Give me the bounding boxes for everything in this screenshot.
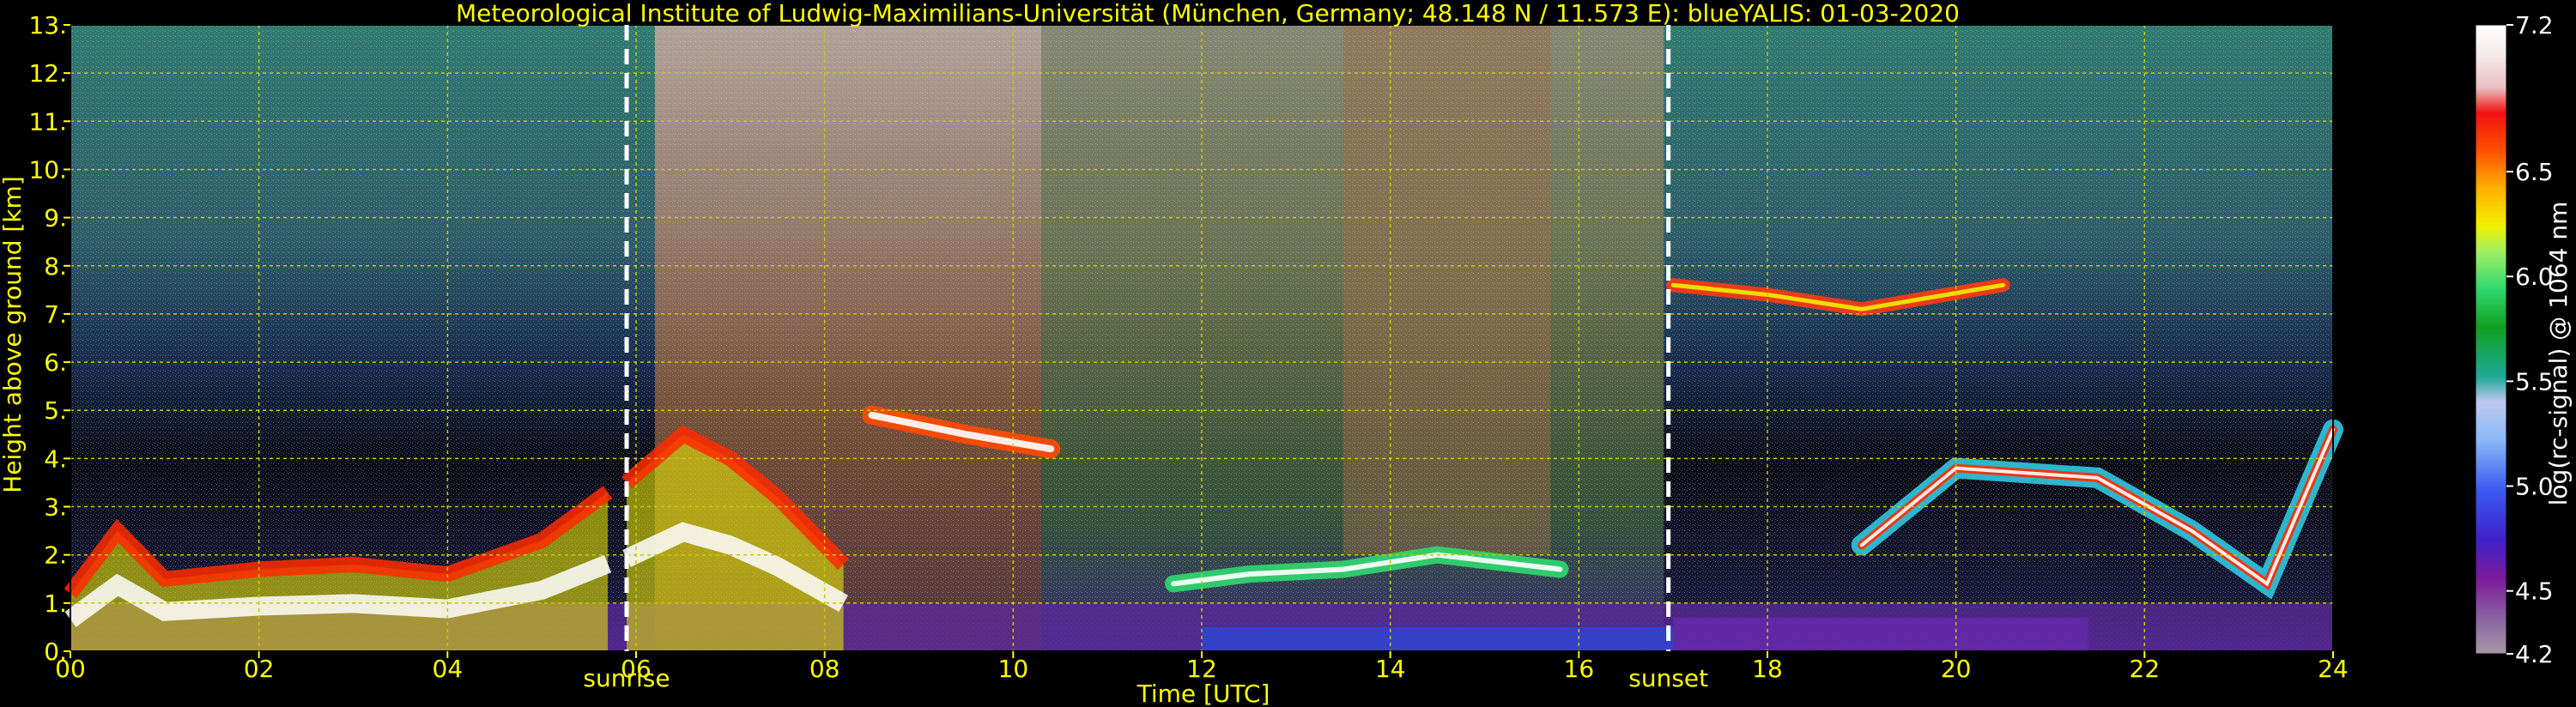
colorbar-tick-label: 4.5: [2515, 577, 2554, 606]
chart-title: Meteorological Institute of Ludwig-Maxim…: [456, 0, 1960, 27]
near-ground-layer: [1202, 626, 1674, 651]
sunset-label: sunset: [1628, 664, 1708, 692]
x-tick-label: 00: [55, 655, 86, 683]
colorbar-tick-label: 6.5: [2515, 158, 2554, 186]
y-tick-label: 13.: [28, 11, 67, 39]
y-tick-label: 9.: [44, 204, 67, 233]
x-tick-label: 04: [433, 655, 464, 683]
x-tick-label: 14: [1375, 655, 1406, 683]
y-tick-label: 12.: [28, 59, 67, 88]
y-tick-label: 6.: [44, 348, 67, 377]
x-axis-label: Time [UTC]: [1136, 680, 1270, 707]
y-tick-label: 5.: [44, 396, 67, 425]
colorbar: 4.24.55.05.56.06.57.2: [2475, 11, 2554, 668]
x-tick-label: 10: [998, 655, 1029, 683]
y-tick-label: 7.: [44, 300, 67, 329]
y-tick-label: 2.: [44, 541, 67, 570]
x-tick-label: 18: [1752, 655, 1783, 683]
y-tick-label: 11.: [28, 107, 67, 136]
colorbar-label: log(rc-signal) @ 1064 nm: [2544, 202, 2573, 506]
y-tick-label: 1.: [44, 589, 67, 618]
x-tick-label: 16: [1564, 655, 1595, 683]
plot-area: sunrise sunset0.1.2.3.4.5.6.7.8.9.10.11.1…: [28, 11, 2348, 692]
x-tick-label: 02: [244, 655, 275, 683]
x-tick-label: 06: [621, 655, 652, 683]
x-tick-label: 08: [809, 655, 840, 683]
x-tick-label: 22: [2130, 655, 2161, 683]
y-tick-label: 3.: [44, 493, 67, 522]
noise-texture: [70, 25, 2333, 651]
colorbar-tick-label: 7.2: [2515, 11, 2554, 39]
x-tick-label: 24: [2318, 655, 2349, 683]
near-ground-layer: [1673, 617, 2088, 651]
colorbar-tick-label: 4.2: [2515, 640, 2554, 668]
y-tick-label: 10.: [28, 155, 67, 184]
y-tick-label: 4.: [44, 444, 67, 473]
y-axis-label: Height above ground [km]: [0, 176, 27, 493]
y-tick-label: 8.: [44, 252, 67, 281]
colorbar-scale: [2475, 24, 2507, 655]
lidar-chart: sunrise sunset0.1.2.3.4.5.6.7.8.9.10.11.1…: [0, 0, 2573, 707]
x-tick-label: 20: [1941, 655, 1972, 683]
